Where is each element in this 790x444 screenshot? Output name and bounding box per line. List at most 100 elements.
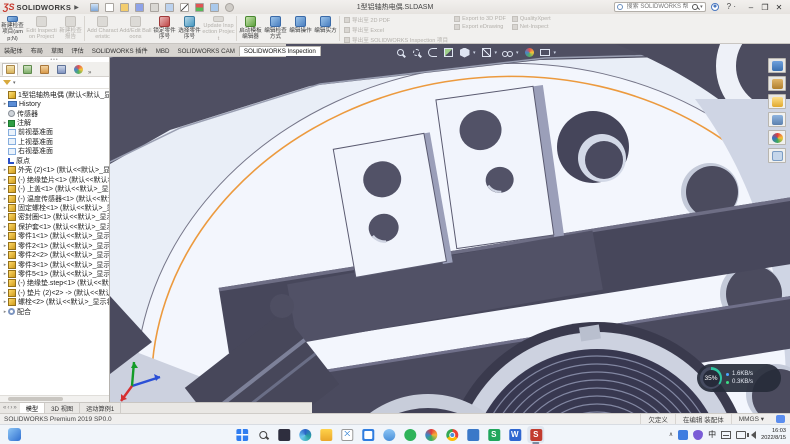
task-view-taskbar-button[interactable]: [275, 426, 292, 443]
taskbar-clock[interactable]: 16:03 2022/8/15: [761, 428, 786, 442]
tab-solidworks-插件[interactable]: SOLIDWORKS 插件: [88, 45, 152, 56]
restore-button[interactable]: ❐: [758, 1, 772, 14]
security-icon[interactable]: [693, 430, 703, 440]
rebuild-icon[interactable]: [195, 3, 204, 12]
display-style-button[interactable]: [481, 47, 492, 58]
chrome-taskbar-button[interactable]: [443, 426, 460, 443]
tree-item[interactable]: ▸(-) 绝缘垫.step<1> (默认<<默认>_: [0, 279, 109, 288]
undo-icon[interactable]: [165, 3, 174, 12]
weather-taskbar-button[interactable]: [380, 426, 397, 443]
panel-tab-configurationmanager[interactable]: [36, 63, 52, 76]
app-green-taskbar-button[interactable]: [401, 426, 418, 443]
tree-item[interactable]: ▸保护套<1> (默认<<默认>_显示状态: [0, 222, 109, 231]
ime-language[interactable]: 中: [708, 429, 716, 440]
hidden-icons-chevron[interactable]: ∧: [669, 431, 673, 438]
edit-operations-button[interactable]: 编辑操作: [288, 14, 313, 43]
tree-item[interactable]: ▸螺栓<2> (默认<<默认>_显示状态: [0, 298, 109, 307]
print-icon[interactable]: [150, 3, 159, 12]
tree-item[interactable]: ▸零件1<1> (默认<<默认>_显示状态: [0, 232, 109, 241]
edit-appearance-button[interactable]: [524, 47, 535, 58]
tree-item[interactable]: ▸(-) 上盖<1> (默认<<默认>_显示状态: [0, 184, 109, 193]
solidworks-resources-tab[interactable]: [768, 58, 786, 73]
panel-tab-displaymanager[interactable]: [70, 63, 86, 76]
tree-item[interactable]: ▸外壳 (2)<1> (默认<<默认>_显示状态: [0, 166, 109, 175]
new-file-icon[interactable]: [105, 3, 114, 12]
tree-item[interactable]: ▸零件2<2> (默认<<默认>_显示状态: [0, 250, 109, 259]
view-tab-nav-icon[interactable]: ›: [10, 405, 12, 411]
performance-overlay[interactable]: 35% 1.6KB/s 0.3KB/s: [697, 364, 781, 392]
mail-taskbar-button[interactable]: [338, 426, 355, 443]
display-icon[interactable]: [736, 431, 746, 439]
tree-item[interactable]: 传感器: [0, 109, 109, 118]
hscroll-thumb[interactable]: [8, 397, 63, 401]
volume-icon[interactable]: [751, 431, 756, 439]
search-caret-icon[interactable]: ▾: [700, 4, 703, 10]
view-settings-button[interactable]: [540, 47, 551, 58]
menu-expand-arrow-icon[interactable]: ▶: [74, 4, 79, 11]
tree-item[interactable]: ▸零件3<1> (默认<<默认>_显示状态: [0, 260, 109, 269]
view-tab-模型[interactable]: 模型: [20, 403, 45, 413]
tree-item[interactable]: ▸(-) 垫片 (2)<2> -> (默认<<默认>_显: [0, 288, 109, 297]
browser-360-taskbar-button[interactable]: [422, 426, 439, 443]
view-palette-tab[interactable]: [768, 112, 786, 127]
template-editor-button[interactable]: 启动模板编辑器: [238, 14, 263, 43]
tab-评估[interactable]: 评估: [67, 45, 87, 56]
file-explorer-tab[interactable]: [768, 94, 786, 109]
touch-keyboard-icon[interactable]: [721, 431, 731, 439]
tab-布局[interactable]: 布局: [27, 45, 47, 56]
design-library-tab[interactable]: [768, 76, 786, 91]
file-properties-icon[interactable]: [210, 3, 219, 12]
appearances-tab[interactable]: [768, 130, 786, 145]
view-tab-nav-icon[interactable]: »: [13, 405, 16, 411]
edit-vendor-button[interactable]: 编辑实方: [313, 14, 338, 43]
close-button[interactable]: ✕: [772, 1, 786, 14]
wps-sheet-taskbar-button[interactable]: S: [485, 426, 502, 443]
netdisk-icon[interactable]: [678, 430, 688, 440]
panel-tab-dimxpertmanager[interactable]: [53, 63, 69, 76]
panel-tab-featuremanager[interactable]: [2, 63, 18, 76]
start-taskbar-button[interactable]: [233, 426, 250, 443]
section-view-button[interactable]: [443, 47, 454, 58]
view-orientation-button[interactable]: [459, 47, 470, 58]
zoom-area-button[interactable]: [411, 47, 422, 58]
tree-item[interactable]: ▸配合: [0, 307, 109, 316]
help-search-box[interactable]: ▾: [614, 2, 706, 12]
hide-show-items-button[interactable]: [502, 47, 513, 58]
view-tab-3D-视图[interactable]: 3D 视图: [45, 403, 80, 413]
view-tab-nav-icon[interactable]: ‹: [7, 405, 9, 411]
panel-tab-propertymanager[interactable]: [19, 63, 35, 76]
edge-taskbar-button[interactable]: [296, 426, 313, 443]
previous-view-button[interactable]: [427, 47, 438, 58]
view-tab-nav-icon[interactable]: «: [3, 405, 6, 411]
tree-item[interactable]: ▸(-) 温度传感器<1> (默认<<默认>_显: [0, 194, 109, 203]
tree-item[interactable]: ▸密封圈<1> (默认<<默认>_显示状态: [0, 213, 109, 222]
tree-item[interactable]: 原点: [0, 156, 109, 165]
search-taskbar-button[interactable]: [254, 426, 271, 443]
view-tab-运动算例1[interactable]: 运动算例1: [80, 403, 121, 413]
search-input[interactable]: [625, 3, 690, 11]
options-icon[interactable]: [225, 3, 234, 12]
tab-mbd[interactable]: MBD: [152, 47, 174, 56]
tree-item[interactable]: ▸固定螺栓<1> (默认<<默认>_显示状: [0, 203, 109, 212]
tree-item[interactable]: ▸零件2<1> (默认<<默认>_显示状态: [0, 241, 109, 250]
panel-tabs-more-icon[interactable]: »: [88, 70, 91, 76]
new-inspection-project-button[interactable]: 新建检查项目(amp;N): [0, 14, 25, 43]
dropdown-caret-icon[interactable]: ▾: [473, 50, 476, 56]
tab-solidworks-inspection[interactable]: SOLIDWORKS Inspection: [239, 46, 321, 56]
help-button[interactable]: ? ·: [724, 1, 739, 13]
custom-properties-tab[interactable]: [768, 148, 786, 163]
reader-taskbar-button[interactable]: [464, 426, 481, 443]
tree-filter-row[interactable]: ▾: [0, 77, 109, 89]
viewport-canvas[interactable]: ▾▾▾▾ 35% 1.6KB/s 0.3KB/s: [110, 44, 790, 413]
filter-icon[interactable]: [3, 80, 11, 85]
edit-methods-button[interactable]: 编辑检查方式: [263, 14, 288, 43]
select-balloons-button[interactable]: 选择零件序号: [177, 14, 202, 43]
lock-balloons-button[interactable]: 锁定零件序号: [152, 14, 177, 43]
dropdown-caret-icon[interactable]: ▾: [516, 50, 519, 56]
minimize-button[interactable]: –: [744, 1, 758, 14]
solidworks-taskbar-button[interactable]: S: [527, 426, 544, 443]
status-item[interactable]: MMGS ▾: [731, 414, 771, 424]
tree-item[interactable]: 右视基准面: [0, 147, 109, 156]
filter-caret-icon[interactable]: ▾: [13, 80, 16, 86]
tree-item[interactable]: ▸(-) 绝缘垫片<1> (默认<<默认>_显示: [0, 175, 109, 184]
